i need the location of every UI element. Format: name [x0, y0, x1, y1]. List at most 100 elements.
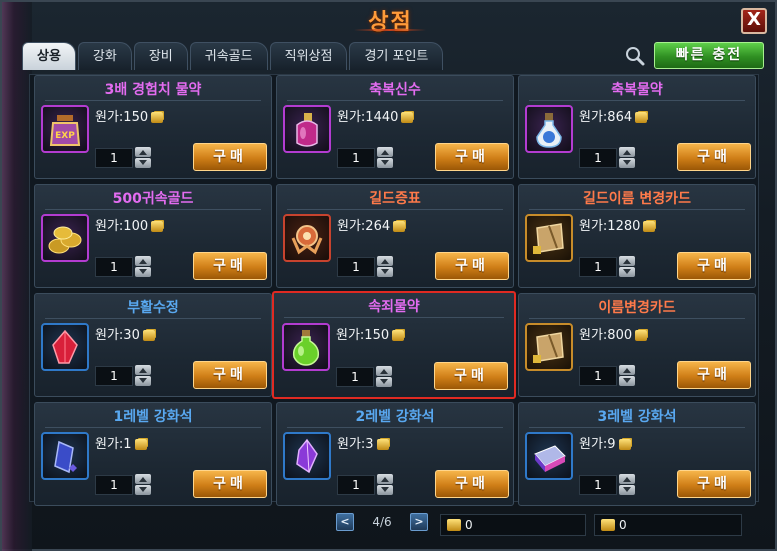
- window-title: 상점: [368, 10, 413, 35]
- increase-arrow-icon[interactable]: [619, 365, 635, 375]
- gold-balance: 0: [440, 514, 586, 536]
- buy-button[interactable]: 구매: [677, 470, 751, 498]
- item-card: 500귀속골드 원가:100 1 구매: [34, 184, 272, 288]
- item-card: 3레벨 강화석 원가:9 1 구매: [518, 402, 756, 506]
- increase-arrow-icon[interactable]: [135, 147, 151, 157]
- tab-enhance[interactable]: 강화: [77, 42, 132, 70]
- item-price: 원가:3: [337, 437, 374, 452]
- quantity-field[interactable]: 1: [95, 366, 133, 386]
- buy-button[interactable]: 구매: [435, 470, 509, 498]
- enhance-stone-1-icon: [41, 432, 89, 480]
- divider: [45, 318, 261, 319]
- coin-icon: [142, 330, 155, 341]
- item-name: 속죄물약: [368, 299, 420, 315]
- buy-button[interactable]: 구매: [434, 362, 508, 390]
- item-price: 원가:1440: [337, 110, 399, 125]
- divider: [529, 209, 745, 210]
- quantity-field[interactable]: 1: [579, 366, 617, 386]
- item-card: 이름변경카드 원가:800 1 구매: [518, 293, 756, 397]
- increase-arrow-icon[interactable]: [376, 366, 392, 376]
- decrease-arrow-icon[interactable]: [135, 376, 151, 386]
- divider: [529, 318, 745, 319]
- increase-arrow-icon[interactable]: [135, 474, 151, 484]
- quantity-field[interactable]: 1: [95, 475, 133, 495]
- coin-icon: [376, 439, 389, 450]
- tab-equipment[interactable]: 장비: [133, 42, 188, 70]
- quantity-stepper: [377, 256, 393, 278]
- decrease-arrow-icon[interactable]: [135, 267, 151, 277]
- buy-button[interactable]: 구매: [677, 143, 751, 171]
- exp-potion-icon: EXP: [41, 105, 89, 153]
- quantity-stepper: [377, 474, 393, 496]
- increase-arrow-icon[interactable]: [377, 256, 393, 266]
- item-price: 원가:800: [579, 328, 633, 343]
- item-card-selected[interactable]: 속죄물약 원가:150 1 구매: [272, 291, 516, 399]
- quantity-field[interactable]: 1: [95, 257, 133, 277]
- coin-icon: [134, 439, 147, 450]
- buy-button[interactable]: 구매: [435, 143, 509, 171]
- item-name: 500귀속골드: [112, 191, 194, 207]
- divider: [287, 209, 503, 210]
- rename-scroll-icon: [525, 323, 573, 371]
- tab-arena-points[interactable]: 경기 포인트: [349, 42, 444, 70]
- buy-button[interactable]: 구매: [193, 361, 267, 389]
- decrease-arrow-icon[interactable]: [135, 158, 151, 168]
- buy-button[interactable]: 구매: [435, 252, 509, 280]
- decrease-arrow-icon[interactable]: [377, 158, 393, 168]
- increase-arrow-icon[interactable]: [377, 474, 393, 484]
- divider: [529, 100, 745, 101]
- item-card: 2레벨 강화석 원가:3 1 구매: [276, 402, 514, 506]
- increase-arrow-icon[interactable]: [377, 147, 393, 157]
- quantity-field[interactable]: 1: [579, 148, 617, 168]
- item-name: 축복물약: [611, 82, 663, 98]
- quantity-field[interactable]: 1: [95, 148, 133, 168]
- quantity-field[interactable]: 1: [579, 475, 617, 495]
- divider: [45, 427, 261, 428]
- quantity-field[interactable]: 1: [579, 257, 617, 277]
- increase-arrow-icon[interactable]: [135, 256, 151, 266]
- increase-arrow-icon[interactable]: [135, 365, 151, 375]
- quantity-field[interactable]: 1: [337, 148, 375, 168]
- quantity-field[interactable]: 1: [336, 367, 374, 387]
- item-card: 3배 경험치 물약 EXP 원가:150 1 구매: [34, 75, 272, 179]
- quantity-field[interactable]: 1: [337, 475, 375, 495]
- buy-button[interactable]: 구매: [193, 252, 267, 280]
- item-price: 원가:30: [95, 328, 140, 343]
- item-card: 축복물약 원가:864 1 구매: [518, 75, 756, 179]
- tab-bound-gold[interactable]: 귀속골드: [189, 42, 268, 70]
- increase-arrow-icon[interactable]: [619, 474, 635, 484]
- enhance-stone-2-icon: [283, 432, 331, 480]
- item-price: 원가:864: [579, 110, 633, 125]
- buy-button[interactable]: 구매: [193, 143, 267, 171]
- prev-page-button[interactable]: <: [336, 513, 354, 531]
- item-card: 축복신수 원가:1440 1 구매: [276, 75, 514, 179]
- tab-rank-shop[interactable]: 직위상점: [269, 42, 348, 70]
- quantity-field[interactable]: 1: [337, 257, 375, 277]
- increase-arrow-icon[interactable]: [619, 256, 635, 266]
- close-button[interactable]: X: [741, 8, 767, 34]
- decrease-arrow-icon[interactable]: [619, 376, 635, 386]
- blessing-bottle-icon: [283, 105, 331, 153]
- quick-charge-button[interactable]: 빠른 충전: [654, 42, 764, 69]
- decrease-arrow-icon[interactable]: [135, 485, 151, 495]
- search-icon[interactable]: [624, 45, 646, 67]
- divider: [287, 427, 503, 428]
- item-name: 이름변경카드: [598, 300, 676, 316]
- item-name: 부활수정: [127, 300, 179, 316]
- decrease-arrow-icon[interactable]: [619, 267, 635, 277]
- decrease-arrow-icon[interactable]: [376, 377, 392, 387]
- buy-button[interactable]: 구매: [677, 361, 751, 389]
- decrease-arrow-icon[interactable]: [619, 485, 635, 495]
- decrease-arrow-icon[interactable]: [619, 158, 635, 168]
- increase-arrow-icon[interactable]: [619, 147, 635, 157]
- item-name: 길드이름 변경카드: [583, 191, 691, 207]
- coin-icon: [643, 221, 656, 232]
- buy-button[interactable]: 구매: [677, 252, 751, 280]
- decrease-arrow-icon[interactable]: [377, 267, 393, 277]
- item-price: 원가:1280: [579, 219, 641, 234]
- next-page-button[interactable]: >: [410, 513, 428, 531]
- tab-bar: 상용 강화 장비 귀속골드 직위상점 경기 포인트: [22, 42, 445, 72]
- decrease-arrow-icon[interactable]: [377, 485, 393, 495]
- buy-button[interactable]: 구매: [193, 470, 267, 498]
- tab-common[interactable]: 상용: [22, 42, 76, 70]
